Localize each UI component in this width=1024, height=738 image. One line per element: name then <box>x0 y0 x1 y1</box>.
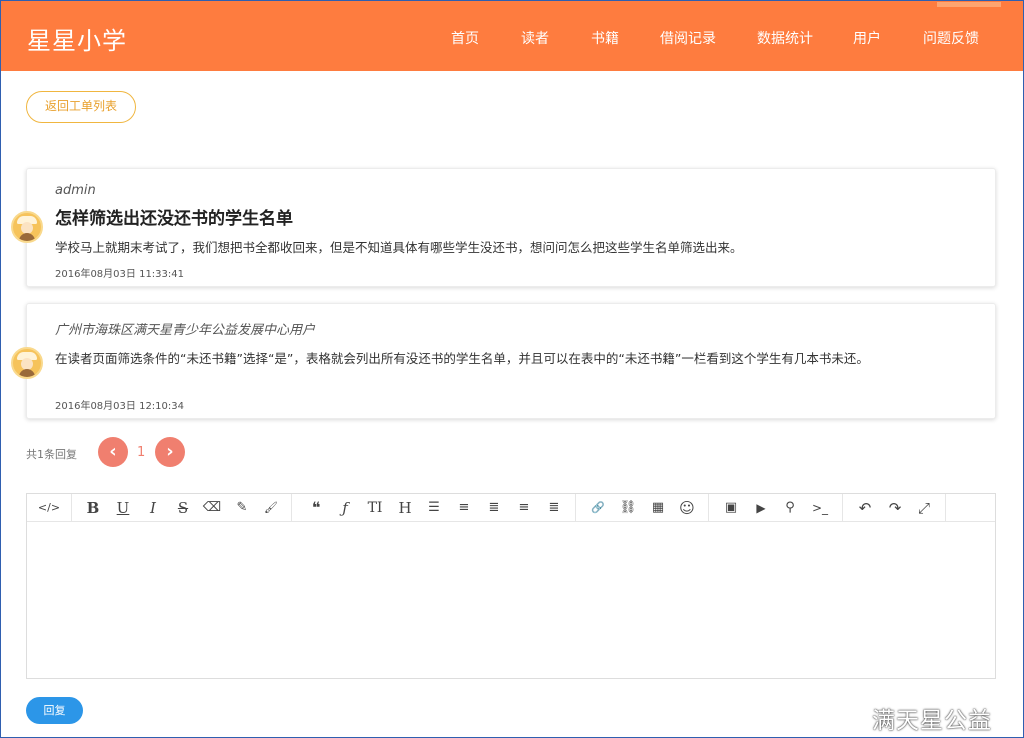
nav-home[interactable]: 首页 <box>451 28 479 48</box>
avatar-icon <box>11 211 43 243</box>
reply-count: 共1条回复 <box>26 448 77 461</box>
reply-time: 2016年08月03日 12:10:34 <box>55 401 184 412</box>
header-notch <box>937 2 1001 7</box>
heading-icon[interactable]: H <box>393 498 417 518</box>
post-title: 怎样筛选出还没还书的学生名单 <box>55 209 293 229</box>
nav-books[interactable]: 书籍 <box>591 28 619 48</box>
link-icon[interactable]: 🔗 <box>586 498 610 518</box>
nav-borrow-records[interactable]: 借阅记录 <box>660 28 716 48</box>
bullet-list-icon[interactable]: ☰ <box>422 498 446 518</box>
code-view-icon[interactable]: </> <box>37 498 61 518</box>
main-nav: 首页 读者 书籍 借阅记录 数据统计 用户 问题反馈 <box>1 28 1023 48</box>
post-time: 2016年08月03日 11:33:41 <box>55 269 184 280</box>
emoji-icon[interactable]: ☺ <box>675 498 699 518</box>
post-body: 学校马上就期末考试了，我们想把书全都收回来，但是不知道具体有哪些学生没还书，想问… <box>55 240 743 255</box>
numbered-list-icon[interactable]: ≡ <box>452 498 476 518</box>
reply-submit-button[interactable]: 回复 <box>26 697 83 724</box>
nav-users[interactable]: 用户 <box>853 28 881 48</box>
align-left-icon[interactable]: ≣ <box>482 498 506 518</box>
redo-icon[interactable]: ↷ <box>883 498 907 518</box>
next-page-button[interactable]: › <box>155 437 185 467</box>
video-icon[interactable]: ▶ <box>749 498 773 518</box>
editor-text-area[interactable] <box>27 523 995 678</box>
reply-body: 在读者页面筛选条件的“未还书籍”选择“是”，表格就会列出所有没还书的学生名单，并… <box>55 351 869 366</box>
brush-icon[interactable]: 🖌 <box>259 498 283 518</box>
italic-icon[interactable]: I <box>141 498 165 518</box>
back-to-ticket-list-button[interactable]: 返回工单列表 <box>26 91 136 123</box>
align-right-icon[interactable]: ≣ <box>542 498 566 518</box>
terminal-icon[interactable]: >_ <box>808 498 832 518</box>
align-center-icon[interactable]: ≡ <box>512 498 536 518</box>
prev-page-button[interactable]: ‹ <box>98 437 128 467</box>
question-card: admin 怎样筛选出还没还书的学生名单 学校马上就期末考试了，我们想把书全都收… <box>26 168 996 287</box>
editor-toolbar: </> B U I S ⌫ ✎ 🖌 ❝ ƒ TI H ☰ ≡ ≣ ≡ ≣ 🔗 ⛓… <box>27 494 995 522</box>
avatar-icon <box>11 347 43 379</box>
current-page[interactable]: 1 <box>137 445 145 460</box>
rich-text-editor: </> B U I S ⌫ ✎ 🖌 ❝ ƒ TI H ☰ ≡ ≣ ≡ ≣ 🔗 ⛓… <box>26 493 996 679</box>
underline-icon[interactable]: U <box>111 498 135 518</box>
table-icon[interactable]: ▦ <box>646 498 670 518</box>
top-header: 星星小学 首页 读者 书籍 借阅记录 数据统计 用户 问题反馈 <box>1 1 1023 71</box>
bold-icon[interactable]: B <box>81 498 105 518</box>
reply-card: 广州市海珠区满天星青少年公益发展中心用户 在读者页面筛选条件的“未还书籍”选择“… <box>26 303 996 419</box>
pencil-icon[interactable]: ✎ <box>230 498 254 518</box>
watermark: 满天星公益 <box>872 708 992 734</box>
nav-readers[interactable]: 读者 <box>521 28 549 48</box>
image-icon[interactable]: ▣ <box>719 498 743 518</box>
text-height-icon[interactable]: TI <box>363 498 387 518</box>
eraser-icon[interactable]: ⌫ <box>200 498 224 518</box>
font-icon[interactable]: ƒ <box>333 498 357 518</box>
map-marker-icon[interactable]: ⚲ <box>778 498 802 518</box>
unlink-icon[interactable]: ⛓ <box>616 498 640 518</box>
quote-icon[interactable]: ❝ <box>304 498 328 518</box>
nav-statistics[interactable]: 数据统计 <box>757 28 813 48</box>
undo-icon[interactable]: ↶ <box>853 498 877 518</box>
strikethrough-icon[interactable]: S <box>171 498 195 518</box>
post-author: admin <box>55 183 96 198</box>
reply-author: 广州市海珠区满天星青少年公益发展中心用户 <box>55 323 316 338</box>
fullscreen-icon[interactable]: ⤢ <box>912 498 936 518</box>
nav-feedback[interactable]: 问题反馈 <box>923 28 979 48</box>
